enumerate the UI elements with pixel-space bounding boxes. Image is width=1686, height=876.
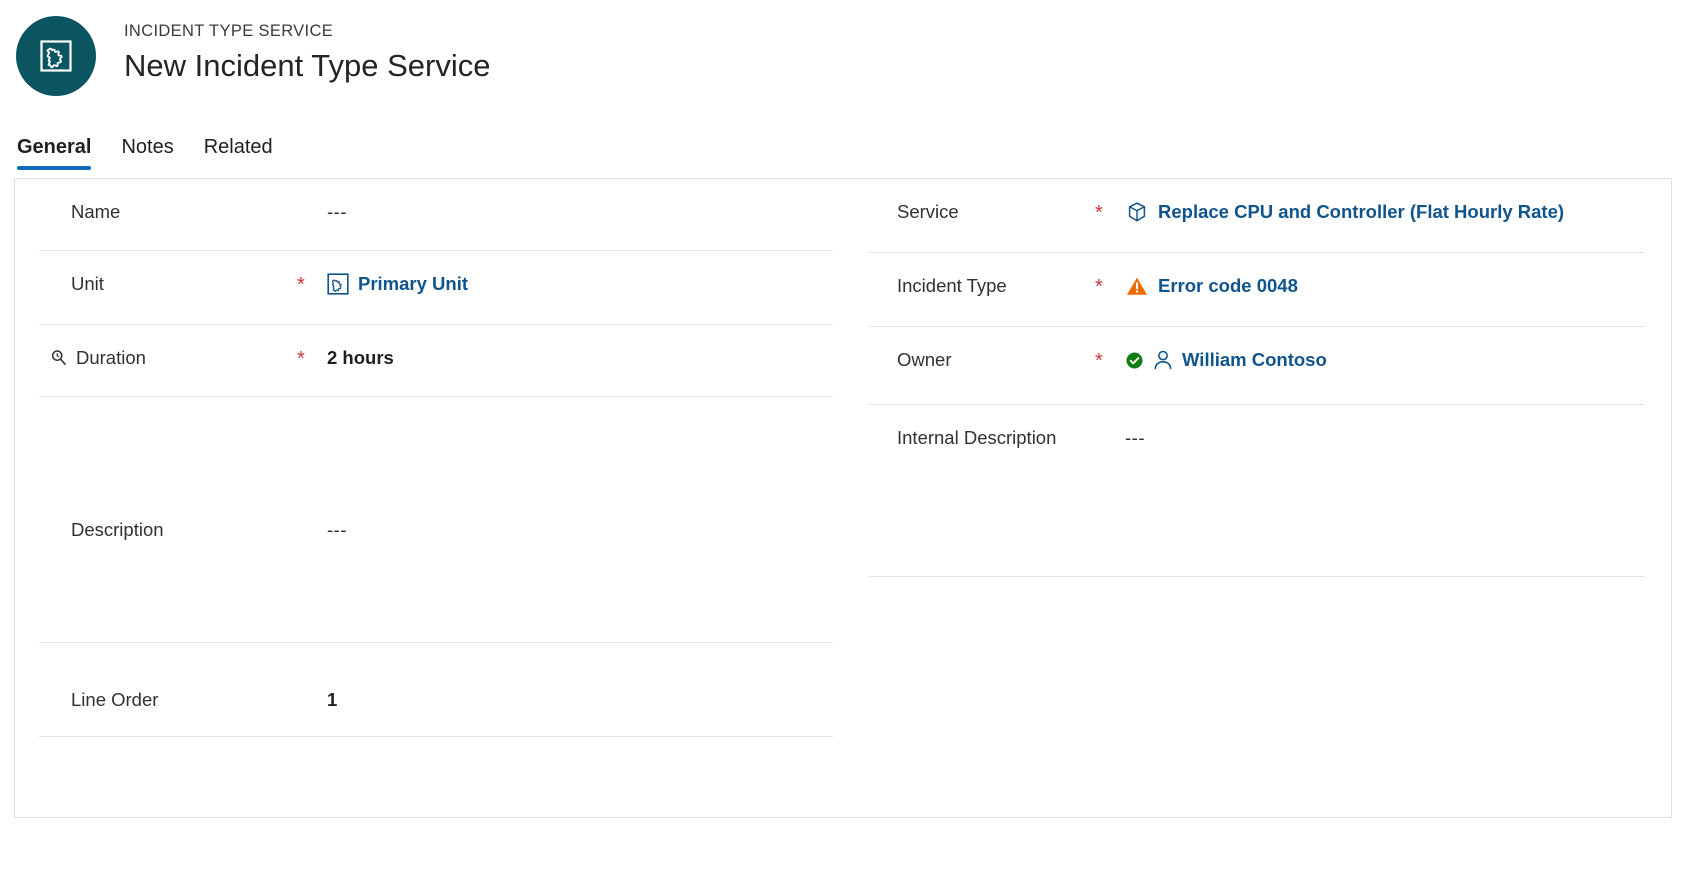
tab-related[interactable]: Related [204,134,289,170]
header-text-block: INCIDENT TYPE SERVICE New Incident Type … [124,14,490,88]
field-duration: Duration * 2 hours [39,325,833,397]
field-name-value[interactable]: --- [327,199,833,225]
field-service-label: Service [897,201,959,222]
field-unit-link[interactable]: Primary Unit [358,271,468,297]
field-service-link[interactable]: Replace CPU and Controller (Flat Hourly … [1158,199,1564,225]
field-line-order: Line Order * 1 [39,643,833,737]
field-description-label: Description [71,518,164,540]
field-unit-value[interactable]: Primary Unit [327,271,833,297]
field-internal-description-label: Internal Description [897,427,1057,448]
field-owner-label: Owner [897,349,952,370]
field-incident-type-value[interactable]: Error code 0048 [1125,273,1645,299]
entity-kind-label: INCIDENT TYPE SERVICE [124,22,334,40]
field-name-label: Name [71,201,121,222]
puzzle-piece-icon [39,39,73,73]
general-tab-form: Name * --- Unit * Primary Unit [14,178,1672,818]
field-line-order-label: Line Order [71,688,159,710]
field-unit-label: Unit [71,273,104,294]
form-column-left: Name * --- Unit * Primary Unit [15,179,843,817]
field-duration-label: Duration [76,347,146,368]
field-internal-description-value[interactable]: --- [1125,425,1645,451]
box-3d-icon [1125,200,1149,224]
unit-puzzle-icon [327,273,349,295]
field-description: Description * --- [39,397,833,643]
field-description-required-marker: * [297,516,327,543]
tab-notes[interactable]: Notes [121,134,189,170]
field-incident-type-label: Incident Type [897,275,1007,296]
field-owner: Owner * William Contoso [869,327,1645,405]
field-name-required-marker: * [297,199,327,226]
field-duration-value[interactable]: 2 hours [327,345,833,371]
presence-available-icon [1125,351,1144,370]
field-service-value[interactable]: Replace CPU and Controller (Flat Hourly … [1125,199,1645,225]
field-service-required-marker: * [1095,202,1103,224]
magnifier-icon [49,348,69,368]
warning-triangle-icon [1125,275,1149,297]
field-duration-label-wrap: Duration [39,345,297,371]
field-incident-type-link[interactable]: Error code 0048 [1158,273,1298,299]
page-header: INCIDENT TYPE SERVICE New Incident Type … [0,0,1686,112]
form-column-right: Service * Replace CPU and Controller (Fl… [843,179,1671,817]
field-internal-description: Internal Description * --- [869,405,1645,577]
tab-general[interactable]: General [17,134,107,170]
field-service: Service * Replace CPU and Controller (Fl… [869,179,1645,253]
field-name: Name * --- [39,179,833,251]
person-icon [1151,348,1175,372]
field-duration-required-marker: * [297,348,305,370]
entity-avatar [16,16,96,96]
field-incident-type: Incident Type * Error code 0048 [869,253,1645,327]
page-title: New Incident Type Service [124,48,491,83]
field-owner-link[interactable]: William Contoso [1182,347,1327,373]
field-unit-required-marker: * [297,274,305,296]
field-description-value[interactable]: --- [327,517,833,543]
field-internal-description-required-marker: * [1095,425,1125,452]
field-owner-value[interactable]: William Contoso [1125,347,1645,373]
field-owner-required-marker: * [1095,350,1103,372]
field-line-order-required-marker: * [297,686,327,713]
field-unit: Unit * Primary Unit [39,251,833,325]
tab-strip: General Notes Related [0,112,1686,170]
field-incident-type-required-marker: * [1095,276,1103,298]
field-line-order-value[interactable]: 1 [327,687,833,713]
